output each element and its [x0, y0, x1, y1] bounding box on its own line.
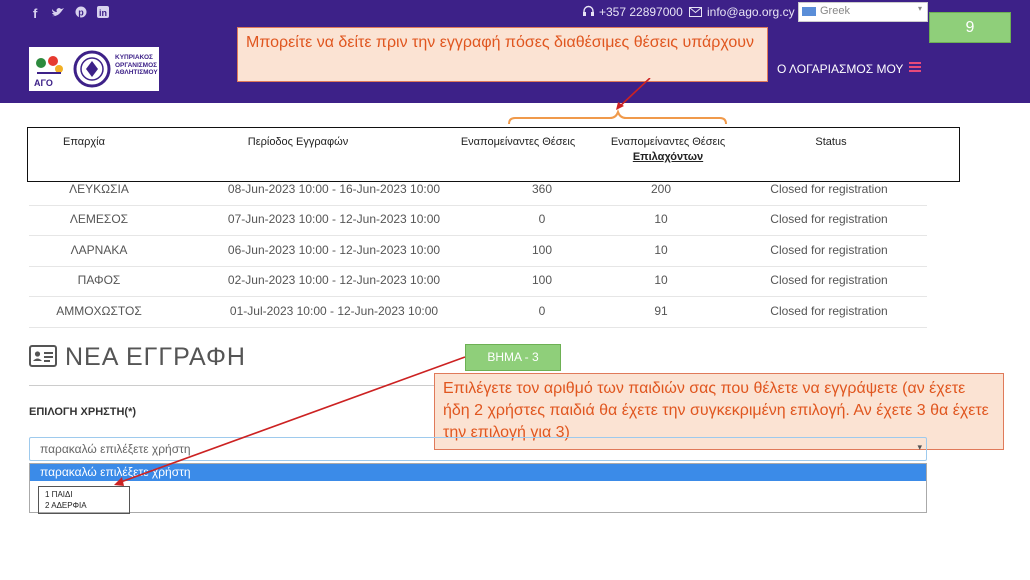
cell-province: ΑΜΜΟΧΩΣΤΟΣ: [56, 304, 142, 318]
table-row: ΛΑΡΝΑΚΑ 06-Jun-2023 10:00 - 12-Jun-2023 …: [29, 236, 927, 267]
caret-down-icon: ▾: [917, 442, 922, 452]
caret-down-icon: ▾: [917, 4, 922, 13]
table-row: ΛΕΜΕΣΟΣ 07-Jun-2023 10:00 - 12-Jun-2023 …: [29, 205, 927, 236]
linkedin-icon[interactable]: in: [97, 6, 109, 18]
cell-period: 06-Jun-2023 10:00 - 12-Jun-2023 10:00: [227, 243, 441, 257]
my-account-link[interactable]: Ο ΛΟΓΑΡΙΑΣΜΟΣ ΜΟΥ: [777, 62, 903, 76]
flag-icon: [802, 7, 816, 16]
ago-logo-text: AΓO: [34, 78, 53, 88]
cell-waitlist: 200: [650, 182, 672, 196]
step-arrow: [114, 356, 466, 486]
language-select[interactable]: Greek ▾: [798, 2, 928, 22]
cell-status: Closed for registration: [770, 212, 888, 226]
column-header-period: Περίοδος Εγγραφών: [247, 136, 349, 148]
slide-number-badge: 9: [929, 12, 1011, 43]
availability-callout: Μπορείτε να δείτε πριν την εγγραφή πόσες…: [237, 27, 768, 82]
cell-remaining: 360: [531, 182, 553, 196]
cell-period: 08-Jun-2023 10:00 - 16-Jun-2023 10:00: [227, 182, 441, 196]
cell-waitlist: 91: [654, 304, 668, 318]
site-logo[interactable]: AΓO ΚΥΠΡΙΑΚΟΣ ΟΡΓΑΝΙΣΜΟΣ ΑΘΛΗΤΙΣΜΟΥ: [29, 47, 159, 91]
hamburger-icon[interactable]: [909, 60, 921, 74]
koa-logo-text: ΚΥΠΡΙΑΚΟΣ ΟΡΓΑΝΙΣΜΟΣ ΑΘΛΗΤΙΣΜΟΥ: [115, 54, 158, 76]
cell-status: Closed for registration: [770, 273, 888, 287]
table-header: Επαρχία Περίοδος Εγγραφών Εναπομείναντες…: [27, 127, 960, 182]
cell-remaining: 0: [538, 304, 546, 318]
column-header-remaining: Εναπομείναντες Θέσεις: [460, 136, 576, 148]
column-header-province: Επαρχία: [63, 136, 105, 148]
cell-period: 02-Jun-2023 10:00 - 12-Jun-2023 10:00: [227, 273, 441, 287]
cell-province: ΠΑΦΟΣ: [77, 273, 121, 287]
id-card-icon: [29, 345, 57, 367]
callout-arrow: [508, 78, 727, 125]
headset-icon: [583, 5, 594, 16]
cell-status: Closed for registration: [770, 182, 888, 196]
cell-remaining: 100: [531, 243, 553, 257]
cell-remaining: 0: [538, 212, 546, 226]
svg-text:in: in: [99, 8, 107, 18]
twitter-icon[interactable]: [51, 6, 65, 18]
dropdown-option[interactable]: 2 ΑΔΕΡΦΙΑ: [45, 500, 123, 511]
table-row: ΑΜΜΟΧΩΣΤΟΣ 01-Jul-2023 10:00 - 12-Jun-20…: [29, 297, 927, 328]
language-value: Greek: [820, 5, 850, 17]
table-row: ΛΕΥΚΩΣΙΑ 08-Jun-2023 10:00 - 16-Jun-2023…: [29, 175, 927, 206]
cell-period: 01-Jul-2023 10:00 - 12-Jun-2023 10:00: [229, 304, 439, 318]
cell-province: ΛΑΡΝΑΚΑ: [70, 243, 128, 257]
cell-status: Closed for registration: [770, 304, 888, 318]
phone-text[interactable]: +357 22897000: [599, 5, 683, 19]
mail-icon: [689, 7, 702, 17]
column-header-waitlist-sub: Επιλαχόντων: [632, 151, 704, 163]
column-header-waitlist: Εναπομείναντες Θέσεις: [610, 136, 726, 148]
facebook-icon[interactable]: f: [33, 6, 37, 21]
svg-text:p: p: [78, 8, 84, 18]
cell-period: 07-Jun-2023 10:00 - 12-Jun-2023 10:00: [227, 212, 441, 226]
cell-waitlist: 10: [654, 212, 668, 226]
cell-province: ΛΕΜΕΣΟΣ: [69, 212, 129, 226]
cell-waitlist: 10: [654, 273, 668, 287]
cell-remaining: 100: [531, 273, 553, 287]
cell-waitlist: 10: [654, 243, 668, 257]
pinterest-icon[interactable]: p: [75, 6, 87, 18]
column-header-status: Status: [815, 136, 847, 148]
koa-emblem: [73, 50, 111, 88]
cell-status: Closed for registration: [770, 243, 888, 257]
email-text[interactable]: info@ago.org.cy: [707, 5, 795, 19]
table-row: ΠΑΦΟΣ 02-Jun-2023 10:00 - 12-Jun-2023 10…: [29, 266, 927, 297]
cell-province: ΛΕΥΚΩΣΙΑ: [69, 182, 129, 196]
